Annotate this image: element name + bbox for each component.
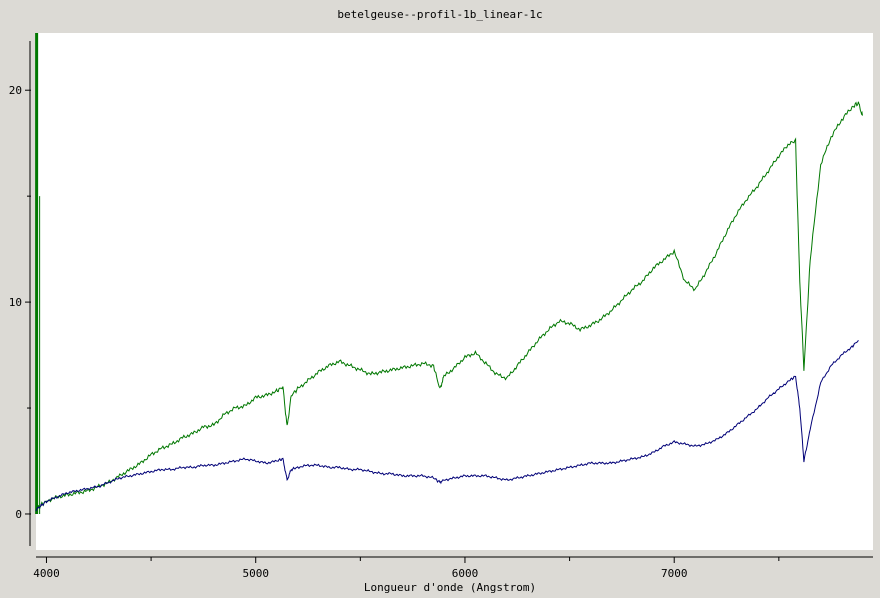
plot-area xyxy=(36,33,873,550)
y-tick-label: 10 xyxy=(9,296,22,309)
y-tick-label: 20 xyxy=(9,84,22,97)
x-axis: 4000 5000 6000 7000 xyxy=(33,556,873,580)
spectrum-plot: 0 10 20 4000 5000 6000 7000 xyxy=(9,33,873,580)
y-axis: 0 10 20 xyxy=(9,41,31,546)
x-axis-label: Longueur d'onde (Angstrom) xyxy=(363,581,537,594)
y-tick-label: 0 xyxy=(15,508,22,521)
x-tick-label: 5000 xyxy=(242,567,269,580)
x-tick-label: 7000 xyxy=(661,567,688,580)
x-tick-label: 4000 xyxy=(33,567,60,580)
x-tick-label: 6000 xyxy=(452,567,479,580)
